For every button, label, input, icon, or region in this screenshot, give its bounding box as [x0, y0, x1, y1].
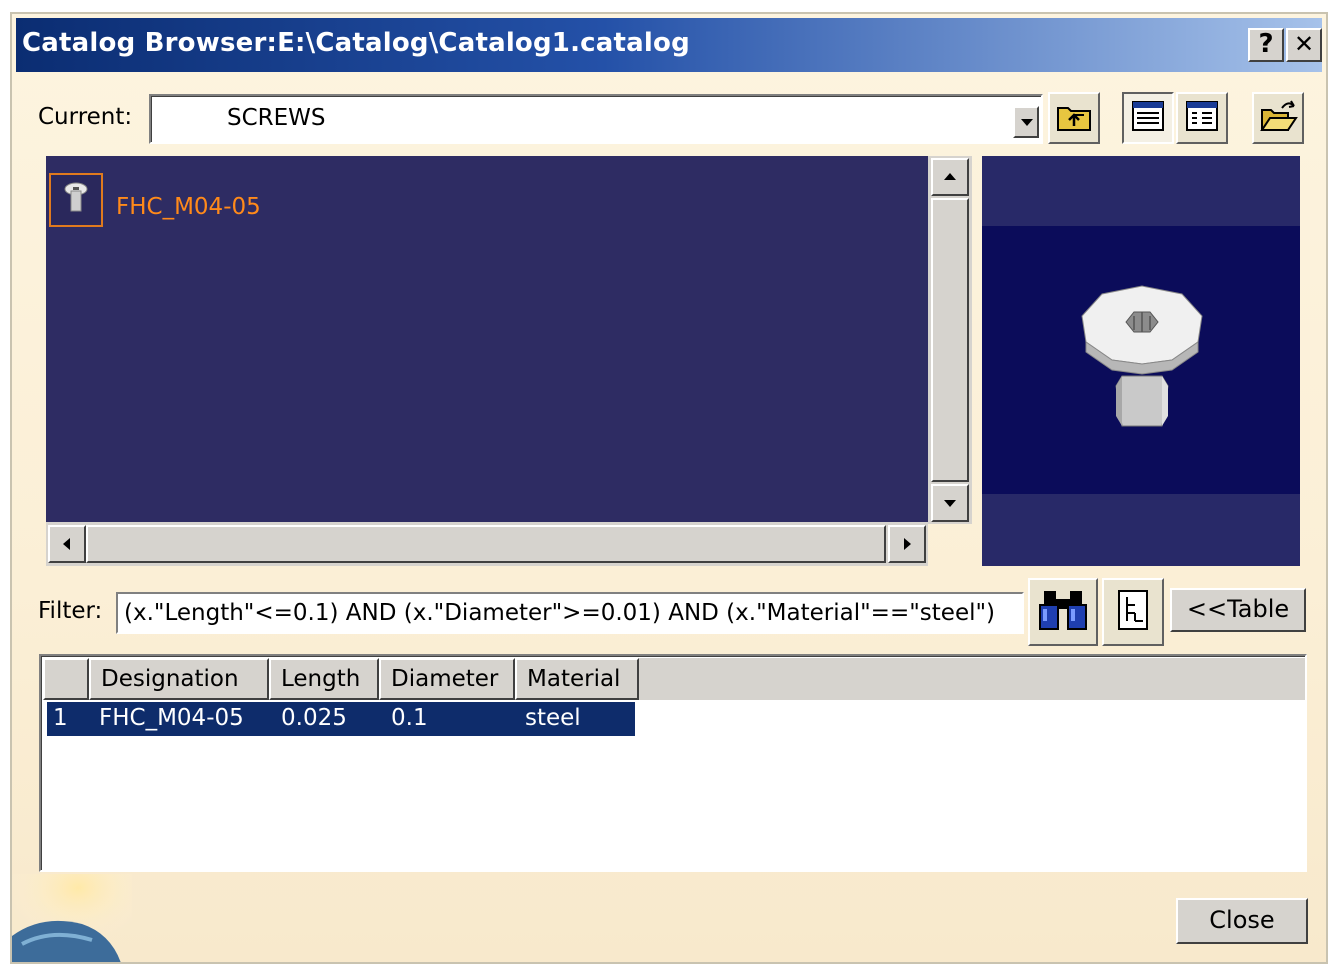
scroll-right-button[interactable]: [888, 525, 926, 563]
filter-label: Filter:: [38, 598, 103, 624]
scroll-up-button[interactable]: [931, 158, 969, 196]
close-window-button[interactable]: ✕: [1286, 28, 1322, 62]
formula-editor-button[interactable]: [1102, 578, 1164, 646]
results-table[interactable]: Designation Length Diameter Material 1 F…: [39, 654, 1307, 872]
viewer-vertical-scrollbar[interactable]: [928, 156, 972, 524]
open-folder-button[interactable]: [1252, 92, 1304, 144]
current-value: SCREWS: [227, 105, 326, 131]
close-button[interactable]: Close: [1176, 898, 1308, 944]
catalog-viewer[interactable]: FHC_M04-05: [46, 156, 928, 522]
chevron-down-icon[interactable]: [1013, 106, 1039, 138]
cell-material: steel: [525, 705, 581, 731]
cell-length: 0.025: [281, 705, 347, 731]
open-folder-icon: [1258, 96, 1298, 140]
filter-input[interactable]: (x."Length"<=0.1) AND (x."Diameter">=0.0…: [116, 592, 1024, 634]
catalog-browser-dialog: Catalog Browser:E:\Catalog\Catalog1.cata…: [10, 12, 1328, 964]
current-label: Current:: [38, 104, 133, 130]
column-header-designation[interactable]: Designation: [89, 658, 269, 700]
list-view-icon: [1129, 97, 1167, 139]
cell-designation: FHC_M04-05: [99, 705, 244, 731]
column-header-length[interactable]: Length: [269, 658, 379, 700]
screw-preview-image: [1081, 285, 1203, 427]
filter-value: (x."Length"<=0.1) AND (x."Diameter">=0.0…: [124, 600, 996, 626]
binoculars-icon: [1036, 585, 1090, 639]
part-preview: [982, 156, 1300, 566]
scroll-left-button[interactable]: [48, 525, 86, 563]
search-button[interactable]: [1028, 578, 1098, 646]
title-bar[interactable]: Catalog Browser:E:\Catalog\Catalog1.cata…: [16, 18, 1322, 72]
screw-icon[interactable]: [49, 173, 103, 227]
formula-editor-icon: [1113, 587, 1153, 637]
parent-folder-button[interactable]: [1048, 92, 1100, 144]
help-button[interactable]: ?: [1248, 28, 1284, 62]
column-header-diameter[interactable]: Diameter: [379, 658, 515, 700]
details-view-icon: [1183, 97, 1221, 139]
viewer-horizontal-scrollbar[interactable]: [46, 522, 928, 566]
app-logo-icon: [12, 874, 132, 962]
parent-folder-icon: [1054, 96, 1094, 140]
table-row[interactable]: 1 FHC_M04-05 0.025 0.1 steel: [47, 702, 635, 736]
vertical-scroll-thumb[interactable]: [931, 198, 969, 482]
current-combo[interactable]: SCREWS: [149, 94, 1043, 144]
column-header-index[interactable]: [43, 658, 89, 700]
scroll-down-button[interactable]: [931, 484, 969, 522]
list-view-button[interactable]: [1122, 92, 1174, 144]
details-view-button[interactable]: [1176, 92, 1228, 144]
cell-diameter: 0.1: [391, 705, 428, 731]
table-toggle-button[interactable]: <<Table: [1170, 588, 1306, 632]
column-header-material[interactable]: Material: [515, 658, 639, 700]
window-title: Catalog Browser:E:\Catalog\Catalog1.cata…: [22, 28, 690, 58]
catalog-item-label[interactable]: FHC_M04-05: [116, 194, 261, 220]
table-header: Designation Length Diameter Material: [43, 658, 1305, 700]
horizontal-scroll-thumb[interactable]: [86, 525, 886, 563]
cell-index: 1: [53, 705, 68, 731]
